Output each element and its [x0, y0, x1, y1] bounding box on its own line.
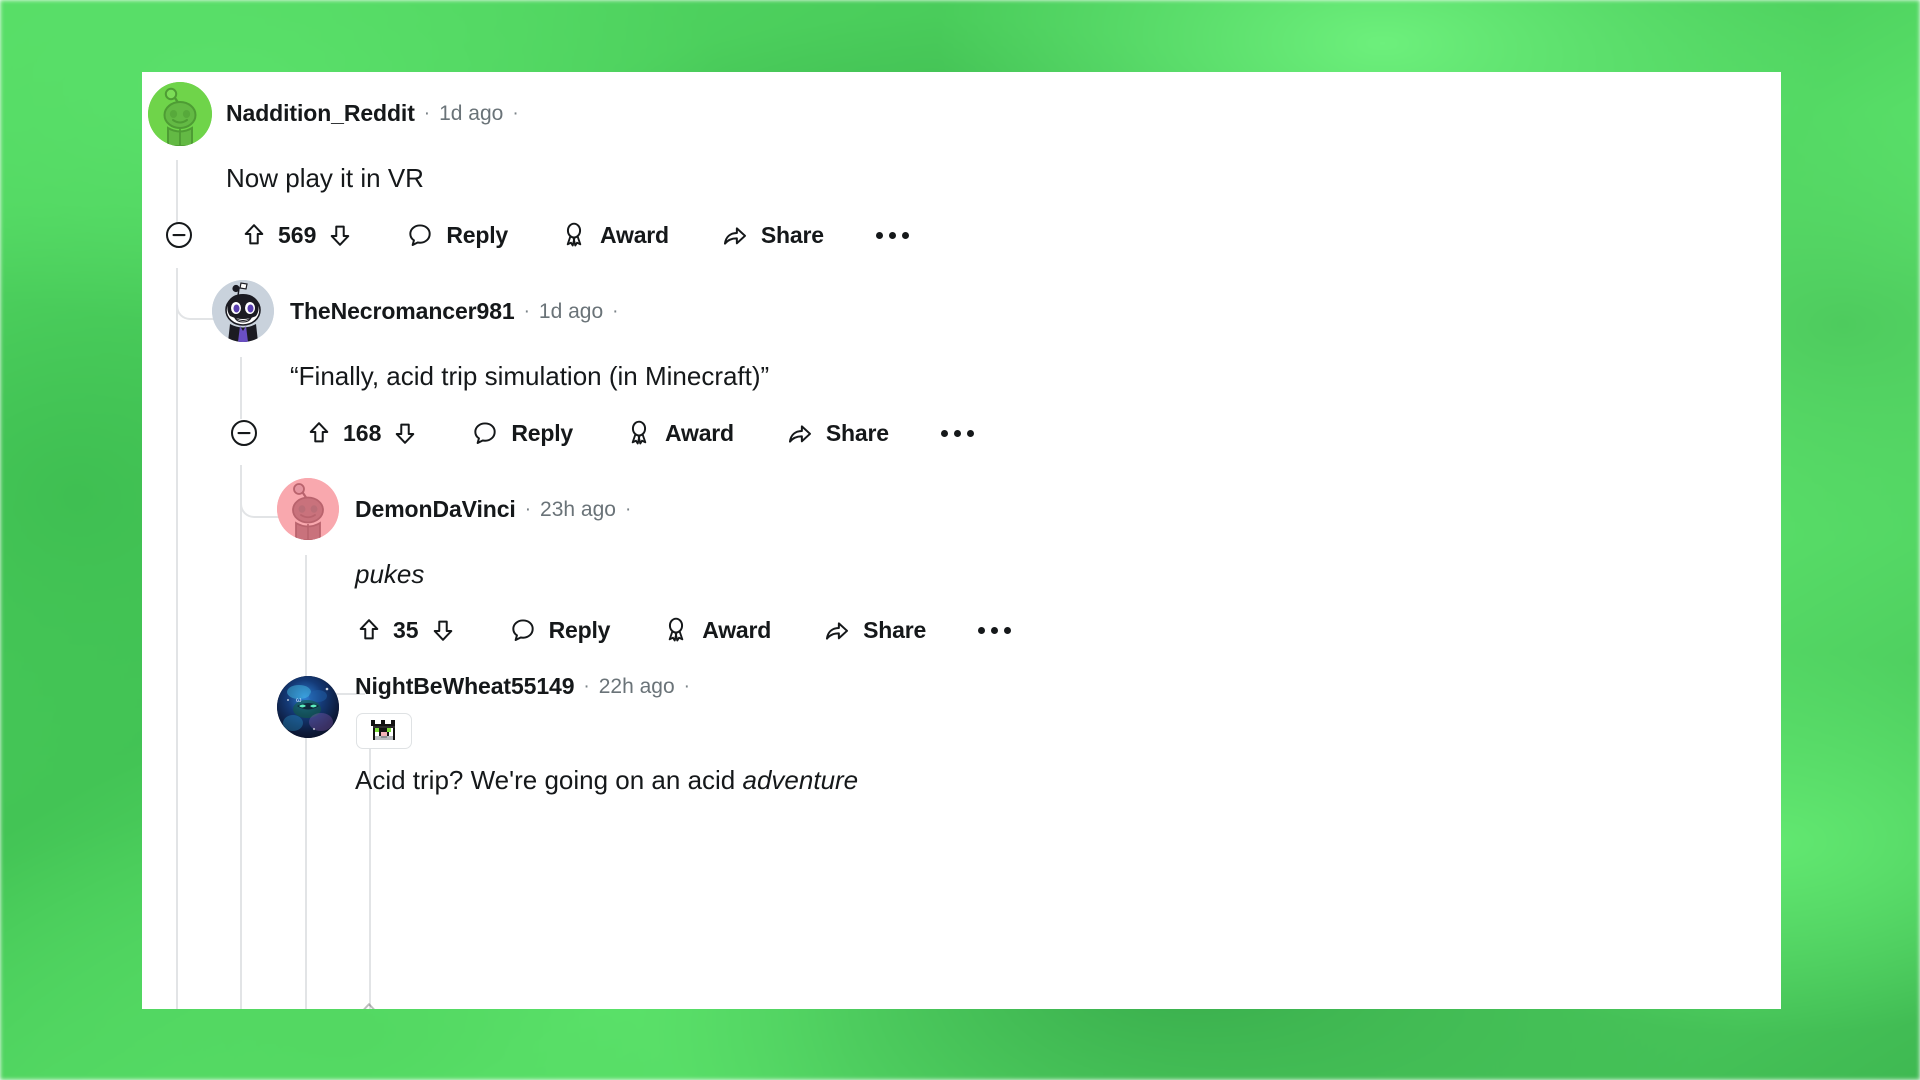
header-separator-dot-2: ·: [624, 498, 632, 520]
svg-text:ω: ω: [296, 697, 302, 704]
comment-thread-card: Naddition_Reddit · 1d ago · Now play it …: [142, 72, 1781, 1009]
ellipsis-dot: [966, 429, 974, 437]
downvote-button-3[interactable]: [429, 616, 457, 644]
thread-line-depth-1: [176, 160, 178, 222]
user-flair-badge-4[interactable]: [356, 713, 412, 749]
timestamp-2: 1d ago: [538, 299, 604, 323]
award-button-2[interactable]: Award: [625, 419, 734, 447]
award-label-3: Award: [702, 616, 772, 643]
ellipsis-dot: [875, 231, 883, 239]
avatar-nightbewheat55149[interactable]: ω: [277, 676, 339, 738]
header-separator-dot-2: ·: [683, 675, 690, 697]
action-bar-1: 569 Reply Award Share: [164, 220, 909, 250]
action-bar-3: 35 Reply Award Share: [355, 616, 1012, 644]
avatar-thenecromancer981[interactable]: [212, 280, 274, 342]
header-separator-dot: ·: [583, 675, 590, 697]
action-bar-2: 168 Reply Award Share: [229, 418, 974, 448]
downvote-button-1[interactable]: [326, 221, 354, 249]
reply-label-1: Reply: [446, 221, 509, 248]
comment-body-4-text: Acid trip? We're going on an acid: [355, 765, 743, 795]
ellipsis-dot: [901, 231, 909, 239]
comment-header-1: Naddition_Reddit · 1d ago ·: [226, 100, 528, 127]
award-button-1[interactable]: Award: [560, 221, 669, 249]
reply-button-2[interactable]: Reply: [471, 419, 573, 447]
action-bar-4-clipped: [355, 1000, 383, 1009]
header-separator-dot-2: ·: [612, 300, 619, 322]
ellipsis-dot: [991, 626, 999, 634]
minecraft-creature-pixel-icon: [371, 720, 395, 740]
username-link-3[interactable]: DemonDaVinci: [355, 496, 516, 523]
comment-body-2: “Finally, acid trip simulation (in Minec…: [290, 361, 770, 391]
share-button-3[interactable]: Share: [823, 616, 926, 644]
share-label-3: Share: [863, 616, 927, 643]
more-options-button-1[interactable]: [875, 231, 909, 239]
upvote-button-3[interactable]: [355, 616, 383, 644]
share-label-2: Share: [825, 419, 889, 446]
score-1: 569: [278, 221, 317, 248]
award-label-1: Award: [600, 221, 669, 248]
timestamp-1: 1d ago: [439, 101, 504, 125]
comment-body-3: pukes: [355, 559, 425, 589]
score-3: 35: [393, 616, 419, 643]
collapse-button-2[interactable]: [229, 418, 259, 448]
avatar-naddition-reddit[interactable]: [148, 82, 212, 146]
share-label-1: Share: [760, 221, 824, 248]
timestamp-4: 22h ago: [598, 674, 675, 698]
collapse-button-1[interactable]: [164, 220, 194, 250]
username-link-4[interactable]: NightBeWheat55149: [355, 673, 575, 700]
comment-header-2: TheNecromancer981 · 1d ago ·: [290, 298, 627, 325]
reply-button-1[interactable]: Reply: [406, 221, 508, 249]
comment-header-3: DemonDaVinci · 23h ago ·: [355, 496, 640, 523]
username-link-1[interactable]: Naddition_Reddit: [226, 100, 415, 127]
comment-body-4-emphasis: adventure: [742, 765, 859, 795]
ellipsis-dot: [1004, 626, 1012, 634]
upvote-button-2[interactable]: [305, 419, 333, 447]
reply-label-2: Reply: [511, 419, 574, 446]
downvote-button-2[interactable]: [391, 419, 419, 447]
header-separator-dot-2: ·: [512, 102, 519, 124]
avatar-demondavinci[interactable]: [277, 478, 339, 540]
score-2: 168: [343, 419, 382, 446]
thread-line-depth-3-tail: [305, 695, 307, 1009]
thread-line-depth-2-tail: [240, 518, 242, 1009]
more-options-button-2[interactable]: [940, 429, 974, 437]
upvote-button-1[interactable]: [240, 221, 268, 249]
timestamp-3: 23h ago: [540, 497, 616, 521]
comment-body-4: Acid trip? We're going on an acid advent…: [355, 764, 858, 798]
reply-button-3[interactable]: Reply: [509, 616, 611, 644]
username-link-2[interactable]: TheNecromancer981: [290, 298, 515, 325]
ellipsis-dot: [940, 429, 948, 437]
header-separator-dot: ·: [423, 102, 431, 124]
upvote-arrow-icon: [363, 1003, 375, 1009]
comment-header-4: NightBeWheat55149 · 22h ago ·: [355, 673, 699, 700]
award-button-3[interactable]: Award: [662, 616, 771, 644]
header-separator-dot: ·: [524, 498, 532, 520]
comment-body-1: Now play it in VR: [226, 163, 424, 193]
award-label-2: Award: [665, 419, 734, 446]
ellipsis-dot: [888, 231, 896, 239]
share-button-1[interactable]: Share: [721, 221, 824, 249]
ellipsis-dot: [953, 429, 961, 437]
thread-line-depth-1-tail: [176, 322, 178, 1009]
share-button-2[interactable]: Share: [786, 419, 889, 447]
header-separator-dot: ·: [523, 300, 530, 322]
ellipsis-dot: [978, 626, 986, 634]
reply-label-3: Reply: [548, 616, 611, 643]
more-options-button-3[interactable]: [978, 626, 1012, 634]
thread-line-depth-2: [240, 357, 242, 419]
